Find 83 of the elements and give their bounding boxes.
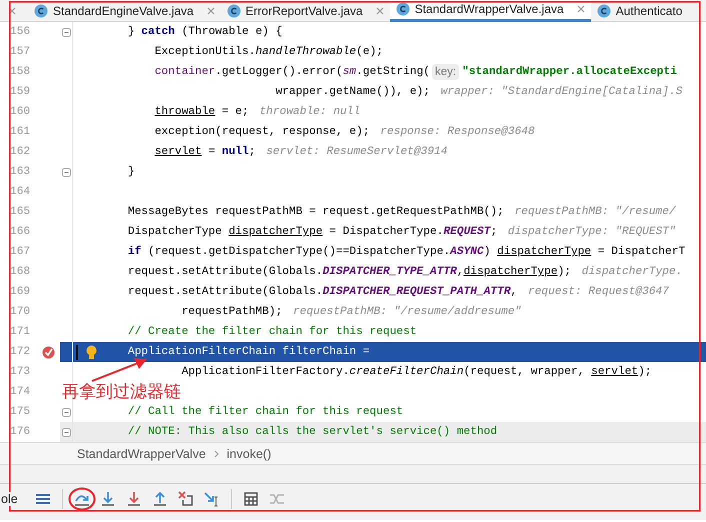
line-number: 169	[9, 286, 32, 298]
fold-marker-icon[interactable]	[62, 28, 70, 36]
line-number: 163	[9, 166, 32, 178]
line-number: 164	[9, 186, 32, 198]
code-text: }	[126, 166, 135, 178]
annotation-text: 再拿到过滤器链	[62, 381, 181, 403]
breadcrumb-item[interactable]: invoke()	[226, 446, 272, 460]
code-text: ExceptionUtils.handleThrowable(e);	[154, 46, 384, 58]
code-text: MessageBytes requestPathMB = request.getRequestPathMB();	[126, 206, 504, 218]
down-arrow-icon	[100, 491, 116, 507]
editor-tab[interactable]: StandardWrapperValve.java	[390, 0, 591, 22]
line-number: 160	[9, 106, 32, 118]
code-text: servlet = null;	[154, 146, 256, 158]
inline-value-hint: dispatcherType: "REQUEST"	[508, 226, 676, 238]
inline-value-hint: requestPathMB: "/resume/	[514, 206, 676, 218]
class-file-icon	[396, 2, 410, 16]
line-number: 162	[9, 146, 32, 158]
code-text: ApplicationFilterFactory.createFilterChain(request, wrapper, servlet);	[180, 366, 652, 378]
editor-tab[interactable]: StandardEngineValve.java	[28, 0, 221, 22]
three-lines-icon	[34, 491, 51, 507]
close-icon[interactable]	[206, 6, 215, 14]
line-number: 167	[9, 246, 32, 258]
inline-value-hint: dispatcherType.	[582, 266, 682, 278]
editor-tab[interactable]: Authenticato	[590, 0, 688, 22]
line-number: 166	[9, 226, 32, 238]
line-number: 156	[9, 26, 32, 38]
code-text: wrapper.getName()), e);	[274, 86, 430, 98]
class-file-icon	[226, 4, 241, 18]
class-file-icon	[34, 4, 48, 18]
code-text: // NOTE: This also calls the servlet's service() method	[126, 426, 498, 438]
code-text: DispatcherType dispatcherType = DispatcherType.REQUEST;	[126, 226, 498, 238]
fold-marker-icon[interactable]	[62, 408, 70, 416]
line-number: 170	[9, 306, 32, 318]
line-number: 175	[9, 406, 32, 418]
code-text: throwable = e;	[154, 106, 249, 118]
line-number: 173	[9, 366, 32, 378]
x-frame-icon	[178, 491, 194, 507]
inline-value-hint: servlet: ResumeServlet@3914	[266, 146, 448, 158]
editor-tab[interactable]: ErrorReportValve.java	[220, 0, 390, 22]
inline-value-hint: throwable: null	[259, 106, 360, 118]
line-number: 165	[9, 206, 32, 218]
lightbulb-icon[interactable]	[86, 344, 97, 360]
close-icon[interactable]	[376, 6, 384, 14]
line-number: 168	[9, 266, 32, 278]
close-icon[interactable]	[576, 5, 585, 13]
down-arrow-icon	[126, 491, 142, 507]
inline-value-hint: response: Response@3648	[380, 126, 535, 138]
code-text: exception(request, response, e);	[154, 126, 370, 138]
chevron-icon	[214, 450, 219, 458]
line-number: 174	[9, 386, 32, 398]
line-number: 159	[9, 86, 32, 98]
diagonal-arrow-icon	[204, 491, 220, 507]
code-text: "standardWrapper.allocateExcepti	[462, 66, 677, 78]
code-text: ApplicationFilterChain filterChain =	[126, 346, 370, 358]
line-number: 172	[9, 346, 32, 358]
line-number: 176	[9, 426, 32, 438]
tab-label[interactable]: ole	[0, 492, 18, 506]
up-arrow-icon	[152, 491, 168, 507]
parameter-hint: key:	[432, 64, 460, 80]
line-number: 157	[9, 46, 32, 58]
code-text: // Call the filter chain for this request	[126, 406, 404, 418]
calculator-icon	[242, 491, 259, 507]
fold-marker-icon[interactable]	[62, 168, 70, 176]
fold-marker-icon[interactable]	[62, 428, 70, 436]
text-caret-icon	[76, 344, 78, 360]
inline-value-hint: request: Request@3647	[528, 286, 669, 298]
code-text: request.setAttribute(Globals.DISPATCHER_TYPE_ATTR,dispatcherType);	[126, 266, 571, 278]
inline-value-hint: wrapper: "StandardEngine[Catalina].S	[440, 86, 682, 98]
code-text: if (request.getDispatcherType()==DispatcherType.ASYNC) dispatcherType = DispatcherT	[126, 246, 686, 258]
code-text: } catch (Throwable e) {	[126, 26, 282, 38]
code-text: // Create the filter chain for this request	[126, 326, 417, 338]
line-number: 158	[9, 66, 32, 78]
close-icon[interactable]	[8, 6, 16, 14]
breakpoint-icon[interactable]	[42, 346, 54, 358]
annotation-arrow	[90, 357, 148, 383]
class-file-icon	[596, 4, 611, 18]
line-number: 161	[9, 126, 32, 138]
inline-value-hint: requestPathMB: "/resume/addresume"	[293, 306, 522, 318]
line-number: 171	[9, 326, 32, 338]
code-text: requestPathMB);	[180, 306, 282, 318]
code-text: container.getLogger().error(sm.getString(	[154, 66, 430, 78]
breadcrumb-item[interactable]: StandardWrapperValve	[77, 446, 206, 460]
code-text: request.setAttribute(Globals.DISPATCHER_REQUEST_PATH_ATTR,	[126, 286, 518, 298]
